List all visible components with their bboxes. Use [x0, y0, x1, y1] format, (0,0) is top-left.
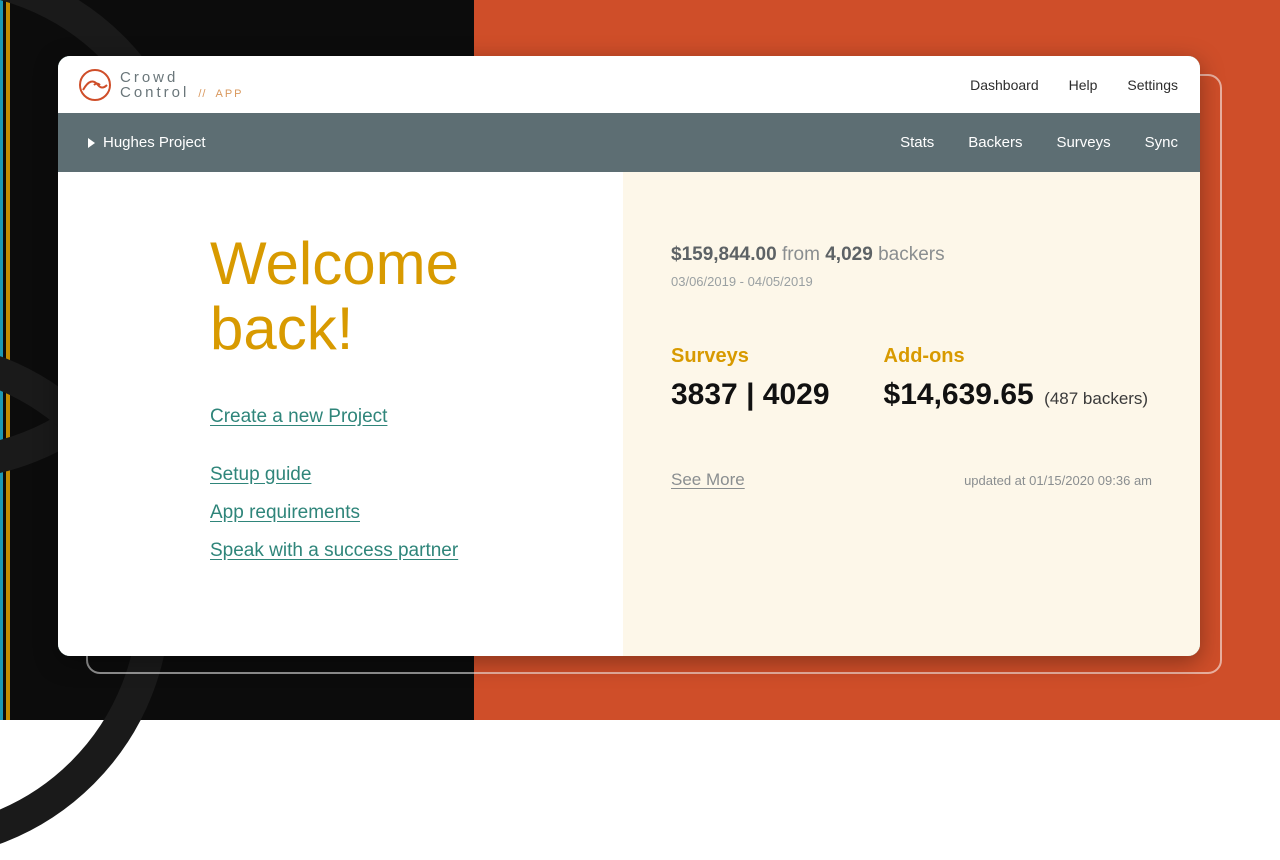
brand-name-line1: Crowd: [120, 70, 244, 85]
tab-backers[interactable]: Backers: [968, 134, 1022, 151]
section-tabs: Stats Backers Surveys Sync: [900, 134, 1178, 151]
funding-backers-count: 4,029: [825, 244, 873, 265]
triangle-right-icon: [88, 138, 95, 148]
app-card: Crowd Control // APP Dashboard Help Sett…: [58, 56, 1200, 656]
link-see-more[interactable]: See More: [671, 470, 745, 490]
stat-surveys-value: 3837 | 4029: [671, 378, 830, 412]
stat-surveys-label: Surveys: [671, 345, 830, 368]
brand-sep: //: [198, 88, 206, 100]
stats-row: Surveys 3837 | 4029 Add-ons $14,639.65 (…: [671, 345, 1170, 412]
welcome-pane: Welcome back! Create a new Project Setup…: [58, 172, 623, 656]
project-bar: Hughes Project Stats Backers Surveys Syn…: [58, 113, 1200, 172]
funding-summary: $159,844.00 from 4,029 backers: [671, 244, 1170, 266]
funding-date-range: 03/06/2019 - 04/05/2019: [671, 274, 1170, 289]
link-setup-guide[interactable]: Setup guide: [210, 464, 311, 486]
quick-links: Create a new Project Setup guide App req…: [210, 406, 593, 562]
stat-addons-backers: (487 backers): [1044, 389, 1148, 408]
tab-stats[interactable]: Stats: [900, 134, 934, 151]
stats-pane: $159,844.00 from 4,029 backers 03/06/201…: [623, 172, 1200, 656]
stat-addons-value: $14,639.65: [884, 378, 1034, 411]
content: Welcome back! Create a new Project Setup…: [58, 172, 1200, 656]
brand-logo[interactable]: Crowd Control // APP: [78, 68, 244, 102]
funding-amount: $159,844.00: [671, 244, 777, 265]
link-app-requirements[interactable]: App requirements: [210, 502, 360, 524]
top-nav: Dashboard Help Settings: [970, 77, 1178, 93]
stat-addons-label: Add-ons: [884, 345, 1149, 368]
tab-sync[interactable]: Sync: [1145, 134, 1178, 151]
brand-app-label: APP: [215, 88, 243, 100]
stats-footer: See More updated at 01/15/2020 09:36 am: [671, 470, 1170, 490]
link-success-partner[interactable]: Speak with a success partner: [210, 540, 458, 562]
brand-name-line2: Control: [120, 85, 189, 100]
welcome-heading: Welcome back!: [210, 232, 593, 362]
tab-surveys[interactable]: Surveys: [1056, 134, 1110, 151]
nav-settings[interactable]: Settings: [1127, 77, 1178, 93]
stat-addons: Add-ons $14,639.65 (487 backers): [884, 345, 1149, 412]
project-name: Hughes Project: [103, 134, 206, 151]
stat-surveys: Surveys 3837 | 4029: [671, 345, 830, 412]
link-create-project[interactable]: Create a new Project: [210, 406, 387, 428]
top-header: Crowd Control // APP Dashboard Help Sett…: [58, 56, 1200, 113]
wave-icon: [78, 68, 112, 102]
nav-help[interactable]: Help: [1069, 77, 1098, 93]
updated-timestamp: updated at 01/15/2020 09:36 am: [964, 473, 1152, 488]
nav-dashboard[interactable]: Dashboard: [970, 77, 1039, 93]
project-breadcrumb[interactable]: Hughes Project: [88, 134, 206, 151]
